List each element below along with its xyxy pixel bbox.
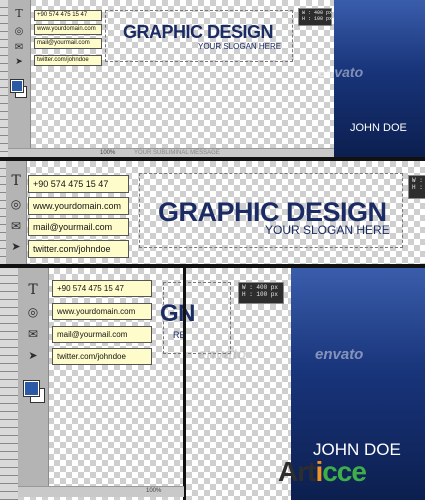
card-name: JOHN DOE (350, 122, 407, 134)
articce-logo: Articce (278, 456, 367, 487)
envato-watermark: envato (318, 64, 364, 80)
dimension-tooltip: W : 400 px H : 100 px (238, 282, 284, 304)
panel-top: T ◎ ✉ ➤ +90 574 475 15 47 www.yourdomain… (0, 0, 425, 157)
card-title: GRAPHIC DESIGN (123, 22, 274, 42)
email-field[interactable]: mail@yourmail.com (52, 326, 152, 343)
split-divider[interactable] (183, 268, 186, 500)
height-readout: H : 100 px (412, 184, 425, 191)
type-icon[interactable]: T (6, 174, 26, 188)
envato-watermark: envato (315, 346, 364, 363)
twitter-field[interactable]: twitter.com/johndoe (28, 240, 129, 258)
status-bar: 100% (18, 486, 184, 497)
phone-field[interactable]: +90 574 475 15 47 (34, 10, 102, 21)
twitter-field[interactable]: twitter.com/johndoe (52, 348, 152, 365)
email-field[interactable]: mail@yourmail.com (28, 218, 129, 236)
envato-watermark: envato (198, 346, 247, 363)
envelope-icon[interactable]: ✉ (6, 220, 26, 232)
globe-icon[interactable]: ◎ (8, 27, 30, 37)
dimension-tooltip: W : 400 px H : 100 px (298, 8, 332, 26)
height-readout: H : 100 px (242, 291, 279, 298)
dimension-tooltip: W : 400 px H : 100 px (408, 175, 425, 199)
tool-strip: T ◎ ✉ ➤ (8, 0, 31, 148)
website-field[interactable]: www.yourdomain.com (52, 303, 152, 320)
tool-strip: T ◎ ✉ ➤ (18, 268, 49, 494)
bird-icon[interactable]: ➤ (8, 58, 30, 67)
globe-icon[interactable]: ◎ (18, 306, 48, 318)
website-field[interactable]: www.yourdomain.com (28, 197, 129, 215)
panel-middle: T ◎ ✉ ➤ +90 574 475 15 47 www.yourdomain… (0, 161, 425, 264)
panel-bottom: T ◎ ✉ ➤ +90 574 475 15 47 www.yourdomain… (0, 268, 425, 500)
status-message: YOUR SUBLIMINAL MESSAGE (134, 150, 220, 156)
website-field[interactable]: www.yourdomain.com (34, 24, 102, 35)
card-title-partial: GN (160, 300, 196, 327)
zoom-level[interactable]: 100% (100, 150, 115, 156)
phone-field[interactable]: +90 574 475 15 47 (28, 175, 129, 193)
envelope-icon[interactable]: ✉ (18, 328, 48, 340)
status-bar: 100% YOUR SUBLIMINAL MESSAGE (8, 148, 334, 157)
height-readout: H : 100 px (302, 16, 333, 22)
type-icon[interactable]: T (18, 283, 48, 297)
width-readout: W : 400 px (412, 177, 425, 184)
zoom-level[interactable]: 100% (146, 488, 161, 494)
phone-field[interactable]: +90 574 475 15 47 (52, 280, 152, 297)
type-icon[interactable]: T (8, 8, 30, 19)
foreground-color-swatch[interactable] (10, 79, 24, 93)
tool-strip: T ◎ ✉ ➤ (6, 161, 27, 264)
card-slogan: YOUR SLOGAN HERE (265, 223, 390, 237)
envelope-icon[interactable]: ✉ (8, 43, 30, 53)
email-field[interactable]: mail@yourmail.com (34, 38, 102, 49)
bird-icon[interactable]: ➤ (18, 350, 48, 361)
foreground-color-swatch[interactable] (23, 380, 40, 397)
vertical-ruler[interactable] (0, 0, 8, 157)
card-slogan: YOUR SLOGAN HERE (198, 42, 282, 51)
bird-icon[interactable]: ➤ (6, 241, 26, 252)
width-readout: W : 400 px (242, 284, 279, 291)
vertical-ruler[interactable] (0, 268, 18, 500)
globe-icon[interactable]: ◎ (6, 198, 26, 210)
twitter-field[interactable]: twitter.com/johndoe (34, 55, 102, 66)
